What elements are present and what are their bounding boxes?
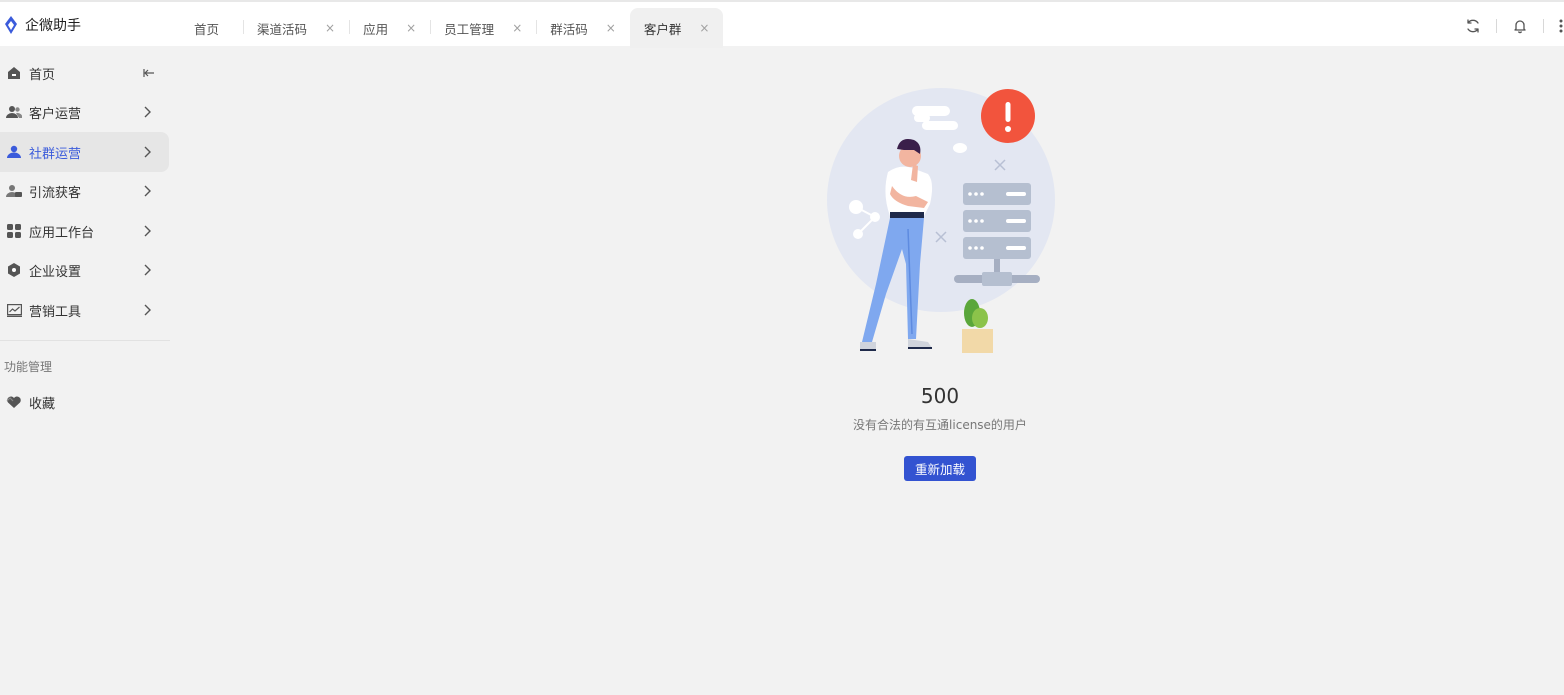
more-icon[interactable] [1558, 17, 1564, 35]
sidebar-item-label: 企业设置 [29, 264, 82, 280]
close-icon[interactable]: × [699, 22, 709, 34]
sidebar-item-label: 引流获客 [29, 185, 82, 201]
tab-label: 群活码 [550, 21, 588, 37]
apps-icon [6, 223, 22, 239]
tab-channel-qrcode[interactable]: 渠道活码 × [243, 8, 349, 48]
sidebar-item-label: 应用工作台 [29, 225, 95, 241]
close-icon[interactable]: × [406, 22, 416, 34]
settings-icon [6, 262, 22, 278]
heart-icon [6, 394, 22, 410]
user-add-icon [6, 183, 22, 199]
sidebar-item-label: 客户运营 [29, 106, 82, 122]
tab-label: 员工管理 [444, 21, 495, 37]
chevron-right-icon [144, 225, 151, 237]
group-icon [6, 144, 22, 160]
chart-icon [6, 302, 22, 318]
error-message: 没有合法的有互通license的用户 [853, 418, 1027, 432]
error-code: 500 [920, 384, 960, 408]
sidebar-item-label: 首页 [29, 67, 56, 83]
bell-icon[interactable] [1511, 17, 1529, 35]
logo-icon [5, 16, 17, 34]
tab-apps[interactable]: 应用 × [349, 8, 430, 48]
section-title: 功能管理 [4, 360, 53, 374]
reload-button[interactable]: 重新加载 [904, 456, 976, 481]
sidebar-divider [0, 340, 170, 341]
close-icon[interactable]: × [512, 22, 522, 34]
chevron-right-icon [144, 304, 151, 316]
tab-bar: 首页 渠道活码 × 应用 × 员工管理 × 群活码 × 客户群 × [180, 8, 724, 48]
tab-staff-management[interactable]: 员工管理 × [430, 8, 536, 48]
close-icon[interactable]: × [325, 22, 335, 34]
tab-label: 渠道活码 [257, 21, 308, 37]
divider [1543, 19, 1544, 33]
sidebar-item-favorites[interactable]: 收藏 [0, 382, 169, 422]
top-bar: 企微助手 首页 渠道活码 × 应用 × 员工管理 × 群活码 × 客户群 × [0, 0, 1564, 48]
chevron-right-icon [144, 185, 151, 197]
sidebar-item-app-workbench[interactable]: 应用工作台 [0, 211, 169, 251]
tab-customer-group[interactable]: 客户群 × [629, 8, 724, 48]
sidebar-item-enterprise-settings[interactable]: 企业设置 [0, 250, 169, 290]
top-actions [1464, 15, 1564, 37]
sidebar-item-label: 收藏 [29, 396, 56, 412]
tab-home[interactable]: 首页 [180, 8, 243, 48]
users-icon [6, 104, 22, 120]
brand[interactable]: 企微助手 [3, 14, 81, 36]
sidebar-item-marketing-tools[interactable]: 营销工具 [0, 290, 169, 330]
chevron-right-icon [144, 264, 151, 276]
tab-label: 首页 [194, 21, 220, 37]
refresh-icon[interactable] [1464, 17, 1482, 35]
sidebar-item-traffic-acquisition[interactable]: 引流获客 [0, 171, 169, 211]
tab-group-qrcode[interactable]: 群活码 × [536, 8, 630, 48]
app-name: 企微助手 [25, 18, 81, 34]
server-error-illustration [827, 88, 1055, 353]
tab-label: 应用 [363, 21, 389, 37]
tab-label: 客户群 [643, 21, 682, 37]
divider [1496, 19, 1497, 33]
sidebar: 首页 客户运营 社群运营 引流获客 应用工作台 企业设置 营销工具 功能管理 收… [0, 46, 170, 695]
close-icon[interactable]: × [606, 22, 616, 34]
sidebar-item-customer-ops[interactable]: 客户运营 [0, 92, 169, 132]
chevron-right-icon [144, 106, 151, 118]
home-icon [6, 65, 22, 81]
chevron-right-icon [144, 146, 151, 158]
sidebar-item-label: 营销工具 [29, 304, 82, 320]
sidebar-item-home[interactable]: 首页 [0, 53, 169, 93]
collapse-icon[interactable] [143, 67, 155, 79]
sidebar-item-community-ops[interactable]: 社群运营 [0, 132, 169, 172]
sidebar-item-label: 社群运营 [29, 146, 82, 162]
